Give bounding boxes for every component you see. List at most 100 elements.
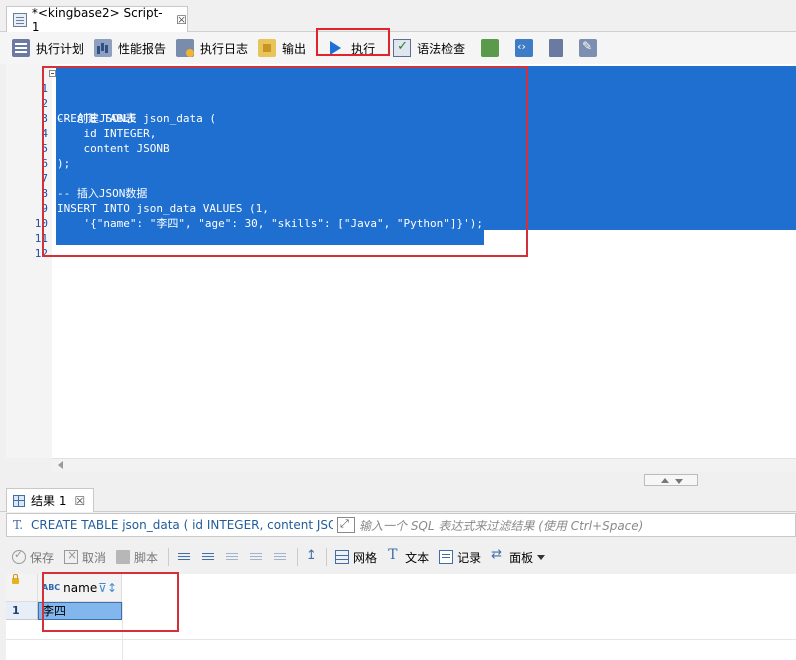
record-view-button[interactable]: 记录 bbox=[439, 549, 481, 566]
toolbar-separator bbox=[326, 548, 328, 566]
sql-editor[interactable]: 1 -- 创建JSON表 2 CREATE TABLE json_data ( … bbox=[6, 64, 796, 458]
script-button[interactable]: 脚本 bbox=[116, 549, 158, 566]
dbeaver-window: *<kingbase2> Script-1 ☒ 执行计划 性能报告 执行日志 输… bbox=[0, 0, 796, 660]
toolbar-separator bbox=[168, 548, 170, 566]
delete-row-icon[interactable] bbox=[249, 550, 265, 564]
close-results-tab-icon[interactable]: ☒ bbox=[74, 494, 85, 508]
save-button[interactable]: 保存 bbox=[12, 548, 54, 566]
column-name: name bbox=[63, 580, 98, 595]
cancel-label: 取消 bbox=[82, 550, 107, 565]
code-line: 12 SELECT content->>'name' AS name FROM … bbox=[6, 231, 796, 275]
grid-cell[interactable]: 李四 bbox=[38, 602, 122, 620]
expand-filter-icon[interactable] bbox=[337, 517, 355, 533]
cancel-icon bbox=[64, 548, 79, 564]
explain-plan-button[interactable]: 执行计划 bbox=[12, 36, 84, 60]
code-line: 9 '{"name": "李四", "age": 30, "skills": [… bbox=[6, 186, 796, 230]
code-icon bbox=[515, 39, 534, 57]
code-line: 11 -- JSON查询 bbox=[6, 216, 796, 260]
maximize-up-icon[interactable] bbox=[661, 478, 669, 483]
output-button[interactable]: 输出 bbox=[258, 36, 306, 60]
explain-plan-label: 执行计划 bbox=[36, 41, 85, 56]
code-line: 1 -- 创建JSON表 bbox=[6, 66, 796, 125]
toolbar-extra-button-2[interactable] bbox=[515, 36, 539, 60]
grid-view-label: 网格 bbox=[353, 550, 378, 565]
execution-log-button[interactable]: 执行日志 bbox=[176, 36, 248, 60]
column-header-name[interactable]: ABC name ⊽↕ bbox=[38, 574, 122, 602]
line-number: 12 bbox=[34, 247, 48, 260]
splitter-handle[interactable] bbox=[644, 474, 698, 486]
toolbar-extra-button-4[interactable] bbox=[579, 36, 603, 60]
execution-log-icon bbox=[176, 39, 195, 57]
copy-row-icon[interactable] bbox=[225, 550, 241, 564]
toolbar-extra-button-1[interactable] bbox=[481, 36, 505, 60]
close-tab-icon[interactable]: ☒ bbox=[176, 13, 187, 27]
grid-view-button[interactable]: 网格 bbox=[335, 549, 377, 566]
scroll-left-icon[interactable] bbox=[58, 461, 63, 469]
performance-report-button[interactable]: 性能报告 bbox=[94, 36, 166, 60]
tab-title: *<kingbase2> Script-1 bbox=[31, 5, 163, 34]
play-icon bbox=[330, 41, 342, 55]
code-line: 2 CREATE TABLE json_data ( bbox=[6, 81, 796, 125]
bar-chart-icon bbox=[94, 39, 113, 57]
syntax-check-label: 语法检查 bbox=[417, 41, 466, 56]
script-label: 脚本 bbox=[134, 550, 159, 565]
performance-report-label: 性能报告 bbox=[118, 41, 167, 56]
save-icon bbox=[12, 548, 26, 564]
code-text: SELECT content->>'name' AS name FROM jso… bbox=[57, 262, 455, 275]
execute-button[interactable]: 执行 bbox=[330, 36, 375, 60]
fold-toggle-icon[interactable] bbox=[49, 70, 56, 77]
editor-toolbar: 执行计划 性能报告 执行日志 输出 执行 语法检查 bbox=[0, 32, 796, 64]
code-line: 8 INSERT INTO json_data VALUES (1, bbox=[6, 171, 796, 215]
script-icon bbox=[116, 550, 131, 564]
sql-text-icon: T. bbox=[13, 518, 24, 532]
grid-line bbox=[6, 639, 796, 640]
text-view-label: 文本 bbox=[405, 550, 430, 565]
edit-row-icon[interactable] bbox=[177, 550, 193, 564]
code-line: 5 ); bbox=[6, 126, 796, 170]
grid-line bbox=[122, 602, 123, 660]
explain-plan-icon bbox=[12, 39, 30, 57]
row-number[interactable]: 1 bbox=[6, 602, 38, 620]
output-icon bbox=[258, 39, 277, 57]
code-line: 7 -- 插入JSON数据 bbox=[6, 156, 796, 200]
panels-label: 面板 bbox=[509, 550, 534, 565]
chevron-down-icon[interactable] bbox=[537, 554, 546, 560]
panels-button[interactable]: 面板 bbox=[491, 547, 546, 566]
horizontal-scrollbar[interactable] bbox=[52, 458, 796, 472]
panels-icon bbox=[491, 547, 505, 564]
document-icon bbox=[549, 39, 564, 57]
cancel-changes-icon[interactable] bbox=[273, 550, 289, 564]
export-up-icon[interactable] bbox=[306, 548, 318, 564]
editor-tab-bar: *<kingbase2> Script-1 ☒ bbox=[0, 0, 796, 34]
restore-down-icon[interactable] bbox=[675, 479, 683, 484]
grid-corner[interactable] bbox=[6, 574, 38, 602]
executed-query-label[interactable]: CREATE TABLE json_data ( id INTEGER, con… bbox=[31, 518, 333, 532]
filter-sort-icon[interactable]: ⊽↕ bbox=[98, 581, 117, 595]
record-icon bbox=[439, 550, 454, 564]
syntax-check-button[interactable]: 语法检查 bbox=[393, 36, 465, 60]
text-view-button[interactable]: 文本 bbox=[387, 547, 430, 566]
tab-results-1[interactable]: 结果 1 ☒ bbox=[6, 488, 94, 512]
execute-label: 执行 bbox=[351, 41, 376, 56]
cancel-button[interactable]: 取消 bbox=[64, 548, 107, 566]
record-view-label: 记录 bbox=[457, 550, 482, 565]
edit-icon bbox=[579, 39, 598, 57]
export-icon bbox=[481, 39, 500, 57]
toolbar-separator bbox=[297, 548, 299, 566]
sql-script-icon bbox=[13, 12, 27, 27]
execution-log-label: 执行日志 bbox=[200, 41, 249, 56]
grid-view-icon bbox=[335, 550, 350, 564]
lock-icon bbox=[12, 574, 19, 584]
code-line: 10 bbox=[6, 201, 796, 230]
tab-script-1[interactable]: *<kingbase2> Script-1 ☒ bbox=[6, 5, 188, 34]
add-row-icon[interactable] bbox=[201, 550, 217, 564]
results-tab-bar: 结果 1 ☒ bbox=[0, 488, 796, 512]
grid-icon bbox=[13, 494, 25, 507]
toolbar-extra-button-3[interactable] bbox=[549, 36, 569, 60]
output-label: 输出 bbox=[282, 41, 307, 56]
text-view-icon bbox=[387, 547, 401, 564]
code-line: 4 content JSONB bbox=[6, 111, 796, 155]
filter-input[interactable]: 输入一个 SQL 表达式来过滤结果 (使用 Ctrl+Space) bbox=[359, 517, 643, 534]
results-filter-bar: T. CREATE TABLE json_data ( id INTEGER, … bbox=[6, 513, 796, 537]
code-line: 6 bbox=[6, 141, 796, 170]
